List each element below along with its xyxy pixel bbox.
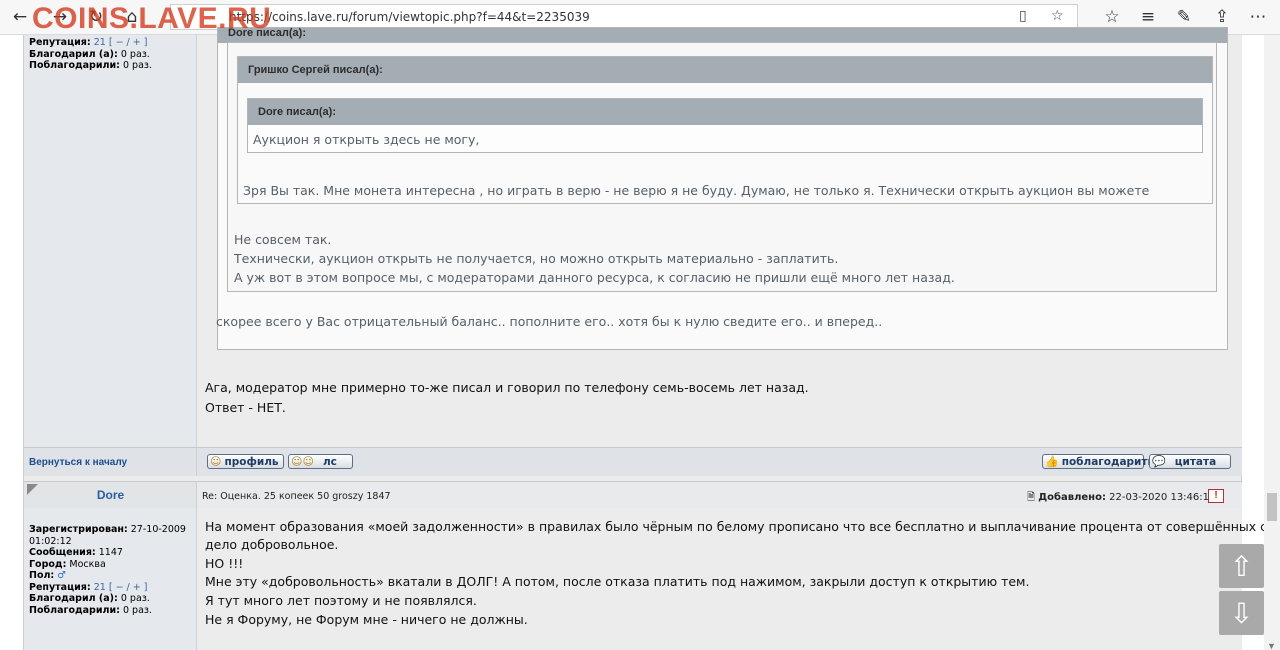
- page-scrollbar[interactable]: ▼: [1264, 35, 1280, 650]
- quote-grishko-text: Зря Вы так. Мне монета интересна , но иг…: [243, 183, 1150, 198]
- quote-outer-text: скорее всего у Вас отрицательный баланс.…: [216, 314, 883, 329]
- post2-message-line-6: Не я Форуму, не Форум мне - ничего не до…: [205, 612, 528, 627]
- quote-dore-inner-text: Аукцион я открыть здесь не могу,: [253, 132, 480, 147]
- scrollbar-thumb[interactable]: [1267, 493, 1277, 521]
- post2-message-line-4: Мне эту «добровольность» вкатали в ДОЛГ!…: [205, 574, 1030, 589]
- back-to-top-link[interactable]: Вернуться к началу: [29, 457, 127, 468]
- url-text[interactable]: https://coins.lave.ru/forum/viewtopic.ph…: [229, 10, 590, 24]
- pm-button[interactable]: ☺☺ лс: [288, 454, 353, 469]
- reputation-value[interactable]: 21: [94, 37, 106, 48]
- post2-author-name[interactable]: Dore: [24, 488, 197, 502]
- more-menu-icon[interactable]: ⋯: [1246, 5, 1270, 29]
- post2-added: 🗎 Добавлено: 22-03-2020 13:46:18: [1027, 492, 1216, 503]
- forum-page: Репутация: 21 [ − / + ] Благодарил (а): …: [23, 27, 1280, 650]
- quote-bubble-icon: 💬: [1152, 455, 1166, 468]
- post2-author-stats: Зарегистрирован: 27-10-2009 01:02:12 Соо…: [29, 524, 186, 616]
- post-document-icon[interactable]: 🗎: [1027, 492, 1035, 503]
- post1-footer-left: Вернуться к началу: [24, 447, 197, 476]
- quote-dore-inner-header: Dore писал(а):: [248, 99, 1202, 125]
- post1-author-stats: Репутация: 21 [ − / + ] Благодарил (а): …: [29, 37, 152, 71]
- quote-button[interactable]: 💬 цитата: [1149, 454, 1231, 469]
- post1-author-panel: Репутация: 21 [ − / + ] Благодарил (а): …: [24, 35, 197, 447]
- report-icon[interactable]: !: [1208, 489, 1224, 503]
- post1-message-line-1: Ага, модератор мне примерно то-же писал …: [205, 380, 809, 395]
- post2-message-line-1: На момент образования «моей задолженност…: [205, 519, 1280, 534]
- reading-view-icon[interactable]: ▯: [1019, 8, 1027, 24]
- post1-footer-right: ☺ профиль ☺☺ лс 👍 поблагодарить 💬 цитата: [197, 447, 1242, 476]
- site-watermark: COINS.LAVE.RU: [32, 2, 272, 35]
- profile-icon: ☺: [210, 455, 222, 468]
- post2-message-line-3: НО !!!: [205, 556, 244, 571]
- scroll-down-button[interactable]: ⇩: [1219, 591, 1264, 635]
- reputation-value[interactable]: 21: [94, 582, 106, 593]
- thumbs-up-icon: 👍: [1045, 455, 1059, 468]
- quote-outer: Dore писал(а): Гришко Сергей писал(а): D…: [216, 27, 1228, 350]
- post2-message-line-5: Я тут много лет поэтому и не появлялся.: [205, 593, 477, 608]
- quote-mid-line-2: Технически, аукцион открыть не получаетс…: [234, 251, 839, 266]
- quote-grishko: Гришко Сергей писал(а): Dore писал(а): А…: [237, 56, 1213, 204]
- post1-body: Dore писал(а): Гришко Сергей писал(а): D…: [197, 27, 1242, 447]
- reputation-controls[interactable]: [ − / + ]: [109, 37, 148, 48]
- post2-body: На момент образования «моей задолженност…: [197, 508, 1280, 650]
- favorites-list-icon[interactable]: ☆: [1100, 5, 1124, 29]
- pen-notes-icon[interactable]: ✎: [1172, 5, 1196, 29]
- quote-mid: Гришко Сергей писал(а): Dore писал(а): А…: [227, 42, 1217, 292]
- post2-subject[interactable]: Re: Оценка. 25 копеек 50 groszy 1847: [202, 491, 391, 502]
- scroll-down-arrow-icon[interactable]: ▼: [1267, 641, 1276, 650]
- post2-author-header: Dore: [24, 481, 197, 508]
- thank-button[interactable]: 👍 поблагодарить: [1042, 454, 1154, 469]
- quote-grishko-header: Гришко Сергей писал(а):: [238, 57, 1212, 83]
- quote-dore-inner: Dore писал(а): Аукцион я открыть здесь н…: [247, 98, 1203, 153]
- male-gender-icon: ♂: [57, 570, 66, 581]
- quote-mid-line-1: Не совсем так.: [234, 232, 332, 247]
- post2-message-line-2: дело добровольное.: [205, 537, 339, 552]
- post2-author-panel: Зарегистрирован: 27-10-2009 01:02:12 Соо…: [24, 508, 197, 650]
- profile-button[interactable]: ☺ профиль: [207, 454, 284, 469]
- pm-users-icon: ☺☺: [291, 455, 314, 468]
- quote-outer-header: Dore писал(а):: [218, 28, 1227, 43]
- favorite-star-icon[interactable]: ☆: [1051, 8, 1064, 24]
- quote-mid-line-3: А уж вот в этом вопросе мы, с модератора…: [234, 270, 955, 285]
- post2-header: Re: Оценка. 25 копеек 50 groszy 1847 🗎 Д…: [197, 481, 1242, 508]
- share-icon[interactable]: ⇪: [1210, 5, 1234, 29]
- reputation-controls[interactable]: [ − / + ]: [109, 582, 148, 593]
- scroll-up-button[interactable]: ⇧: [1219, 544, 1264, 588]
- post1-message-line-2: Ответ - НЕТ.: [205, 400, 286, 415]
- hub-icon[interactable]: ≡: [1136, 5, 1160, 29]
- back-arrow-icon[interactable]: ←: [8, 5, 32, 29]
